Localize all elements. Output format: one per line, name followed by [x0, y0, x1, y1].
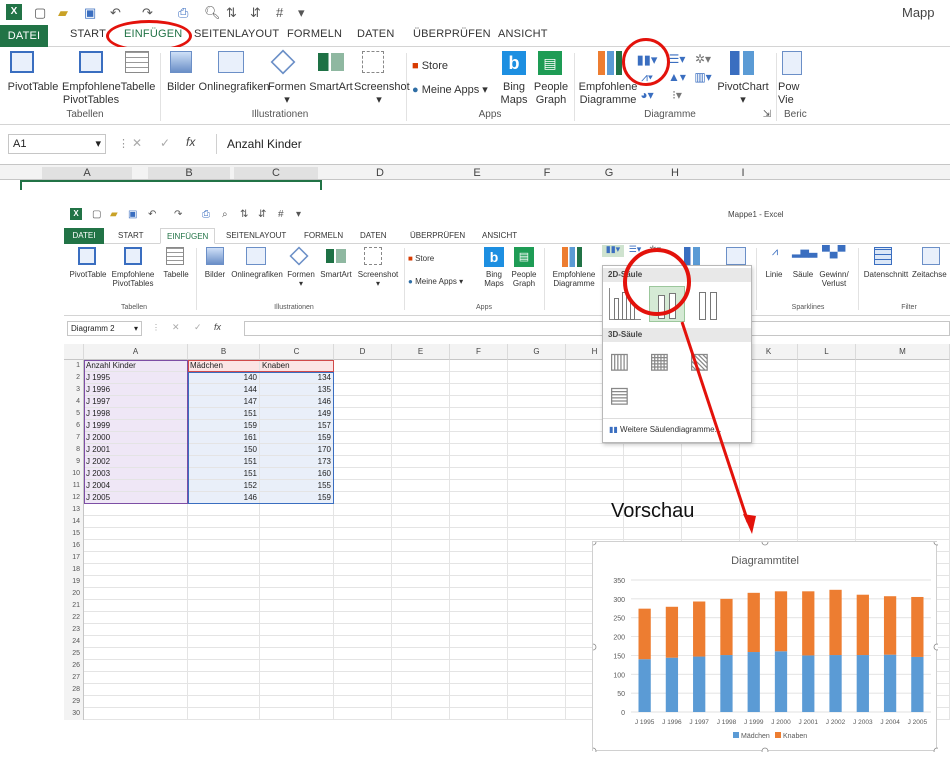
legend-swatch	[775, 732, 781, 738]
bar-maedchen	[774, 651, 788, 712]
x-tick-label: J 2001	[799, 719, 819, 726]
legend-label: Knaben	[783, 733, 807, 740]
bar-maedchen	[693, 656, 706, 712]
y-tick-label: 100	[613, 672, 625, 679]
bar-knaben	[883, 596, 897, 655]
bar-maedchen	[720, 655, 733, 712]
y-tick-label: 200	[613, 635, 625, 642]
legend-swatch	[733, 732, 739, 738]
bar-knaben	[829, 589, 842, 656]
x-tick-label: J 2000	[771, 719, 791, 726]
bar-maedchen	[856, 655, 869, 712]
chart-resize-handle	[761, 747, 769, 755]
chart-resize-handle	[933, 643, 941, 651]
y-tick-label: 350	[613, 578, 625, 585]
x-tick-label: J 2002	[826, 719, 846, 726]
chart-title: Diagrammtitel	[731, 555, 799, 567]
bar-maedchen	[883, 654, 897, 712]
y-tick-label: 250	[613, 616, 625, 623]
x-tick-label: J 2005	[908, 719, 928, 726]
chart-resize-handle	[761, 538, 769, 546]
x-tick-label: J 1999	[744, 719, 764, 726]
bar-knaben	[802, 591, 815, 656]
chart-resize-handle	[589, 538, 597, 546]
legend-label: Mädchen	[741, 733, 770, 740]
bar-maedchen	[747, 652, 760, 712]
x-tick-label: J 2004	[880, 719, 900, 726]
bar-maedchen	[665, 657, 679, 712]
bar-maedchen	[829, 655, 842, 712]
preview-label: Vorschau	[611, 500, 695, 522]
chart-resize-handle	[933, 538, 941, 546]
y-tick-label: 0	[621, 710, 625, 717]
y-tick-label: 300	[613, 597, 625, 604]
bar-knaben	[720, 598, 733, 656]
y-tick-label: 150	[613, 653, 625, 660]
stacked-column-chart: Diagrammtitel 0 50 100 150 200 250 300 350 J 1995…	[589, 538, 941, 755]
x-tick-label: J 1995	[635, 719, 655, 726]
chart-preview[interactable]: Diagrammtitel 0 50 100 150 200 250 300 350 J 1995…	[589, 538, 941, 755]
bar-knaben	[856, 594, 869, 656]
bar-maedchen	[911, 656, 924, 712]
bar-knaben	[638, 608, 651, 660]
bar-knaben	[693, 601, 706, 657]
y-tick-label: 50	[617, 691, 625, 698]
chart-resize-handle	[589, 747, 597, 755]
x-tick-label: J 2003	[853, 719, 873, 726]
bar-maedchen	[638, 659, 651, 712]
bar-maedchen	[802, 655, 815, 712]
x-tick-label: J 1996	[662, 719, 682, 726]
bar-knaben	[774, 591, 788, 652]
x-tick-label: J 1998	[717, 719, 737, 726]
bar-knaben	[747, 592, 760, 653]
chart-resize-handle	[589, 643, 597, 651]
bar-knaben	[911, 596, 924, 657]
bar-knaben	[665, 606, 679, 658]
x-tick-label: J 1997	[689, 719, 709, 726]
chart-resize-handle	[933, 747, 941, 755]
